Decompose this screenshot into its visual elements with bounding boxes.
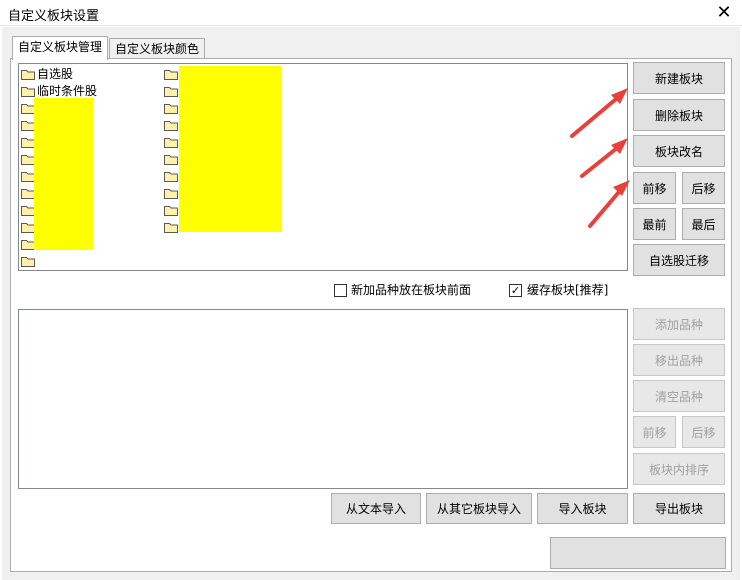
folder-icon [21,120,35,131]
block-list-item[interactable] [21,134,35,150]
stock-move-down-button[interactable]: 后移 [682,416,725,448]
import-from-other-block-button[interactable]: 从其它板块导入 [426,493,532,524]
add-front-label: 新加品种放在板块前面 [351,283,472,297]
remove-stock-button[interactable]: 移出品种 [633,344,725,376]
block-list-item[interactable] [21,202,35,218]
folder-icon [21,137,35,148]
block-list-item[interactable] [21,117,35,133]
highlight-mask-col1 [34,98,93,250]
highlight-mask-col2 [179,66,282,232]
folder-icon [21,103,35,114]
block-list[interactable]: 自选股 临时条件股 [18,63,628,271]
folder-icon [164,171,178,182]
block-list-item[interactable] [21,100,35,116]
folder-icon [21,171,35,182]
sort-in-block-button[interactable]: 板块内排序 [633,453,725,485]
block-list-item[interactable] [21,185,35,201]
window-title: 自定义板块设置 [8,9,100,24]
cache-block-checkbox[interactable]: ✓ [509,284,522,297]
ok-button[interactable] [550,537,726,569]
folder-icon [21,256,35,267]
folder-icon [21,154,35,165]
stock-move-up-button[interactable]: 前移 [633,416,676,448]
block-list-item[interactable] [164,185,178,201]
add-stock-button[interactable]: 添加品种 [633,308,725,340]
block-rows: 自选股 临时条件股 [19,64,627,270]
folder-icon [21,86,35,97]
block-list-item[interactable] [21,253,35,269]
block-list-item[interactable] [164,202,178,218]
import-block-button[interactable]: 导入板块 [537,493,628,524]
folder-icon [164,188,178,199]
folder-icon [164,205,178,216]
tab-block-color[interactable]: 自定义板块颜色 [109,38,205,60]
block-list-item[interactable] [164,66,178,82]
block-list-item[interactable] [21,219,35,235]
folder-icon [164,103,178,114]
cache-block-label: 缓存板块[推荐] [527,283,609,297]
close-icon[interactable]: ✕ [713,2,735,24]
stock-list[interactable] [18,309,628,489]
folder-icon [164,222,178,233]
block-list-item[interactable] [164,151,178,167]
block-list-item[interactable]: 临时条件股 [21,83,97,99]
folder-icon [164,86,178,97]
tab-block-management[interactable]: 自定义板块管理 [12,36,108,60]
folder-icon [164,137,178,148]
block-item-label: 自选股 [37,67,74,81]
folder-icon [21,69,35,80]
annotation-arrows [570,88,630,228]
move-down-button[interactable]: 后移 [682,172,725,204]
block-list-item[interactable] [164,117,178,133]
rename-block-button[interactable]: 板块改名 [633,135,725,167]
block-list-item[interactable] [164,134,178,150]
folder-icon [164,154,178,165]
move-last-button[interactable]: 最后 [682,208,725,240]
annotation-arrow-shaft [570,92,624,138]
folder-icon [164,69,178,80]
block-list-item[interactable]: 自选股 [21,66,73,82]
add-front-checkbox[interactable] [334,284,347,297]
folder-icon [21,205,35,216]
folder-icon [164,120,178,131]
delete-block-button[interactable]: 删除板块 [633,99,725,131]
block-list-item[interactable] [164,83,178,99]
folder-icon [21,222,35,233]
block-list-item[interactable] [164,168,178,184]
new-block-button[interactable]: 新建板块 [633,62,725,94]
import-from-text-button[interactable]: 从文本导入 [331,493,421,524]
folder-icon [21,188,35,199]
block-list-item[interactable] [21,168,35,184]
block-list-item[interactable] [164,100,178,116]
block-list-item[interactable] [164,219,178,235]
block-item-label: 临时条件股 [37,84,98,98]
block-list-item[interactable] [21,236,35,252]
export-block-button[interactable]: 导出板块 [633,493,725,524]
folder-icon [21,239,35,250]
migrate-watchlist-button[interactable]: 自选股迁移 [633,244,725,276]
clear-stocks-button[interactable]: 清空品种 [633,380,725,412]
block-list-item[interactable] [21,151,35,167]
title-bar: 自定义板块设置 ✕ [0,0,742,26]
